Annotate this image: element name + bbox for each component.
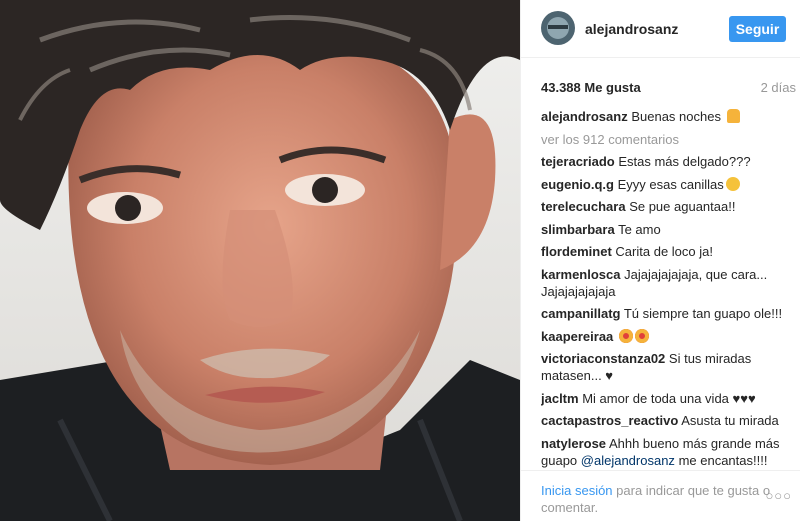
comment: slimbarbara Te amo [541, 221, 793, 238]
comment: campanillatg Tú siempre tan guapo ole!!! [541, 305, 793, 322]
comment: flordeminet Carita de loco ja! [541, 243, 793, 260]
avatar[interactable] [541, 11, 575, 45]
comment-username[interactable]: flordeminet [541, 244, 612, 259]
post-username[interactable]: alejandrosanz [585, 21, 678, 37]
comment-username[interactable]: eugenio.q.g [541, 177, 614, 192]
comment: eugenio.q.g Eyyy esas canillas [541, 176, 793, 193]
comment-username[interactable]: natylerose [541, 436, 606, 451]
comment-username[interactable]: victoriaconstanza02 [541, 351, 665, 366]
follow-button[interactable]: Seguir [729, 16, 786, 42]
avatar-image [541, 11, 575, 45]
caption-username[interactable]: alejandrosanz [541, 109, 628, 124]
comment-username[interactable]: tejeracriado [541, 154, 615, 169]
more-options-icon[interactable]: ○○○ [765, 488, 792, 503]
heart-eyes-emoji-icon [618, 328, 633, 343]
comment-text: Asusta tu mirada [681, 413, 779, 428]
comments-list: alejandrosanz Buenas noches ver los 912 … [541, 108, 793, 470]
portrait-image [0, 0, 520, 521]
comment-text: Eyyy esas canillas [617, 176, 724, 192]
praying-hands-emoji-icon [726, 109, 740, 123]
comment: kaapereiraa [541, 328, 793, 345]
grinning-face-emoji-icon [725, 176, 740, 191]
caption: alejandrosanz Buenas noches [541, 108, 793, 125]
comment-text: Carita de loco ja! [615, 244, 713, 259]
comment-mention-link[interactable]: @alejandrosanz [581, 453, 675, 468]
likes-count[interactable]: 43.388 Me gusta [541, 80, 641, 95]
caption-text: Buenas noches [631, 109, 721, 124]
comment: cactapastros_reactivo Asusta tu mirada [541, 412, 793, 429]
comment: karmenlosca Jajajajajajaja, que cara... … [541, 266, 793, 300]
post-stats: 43.388 Me gusta 2 días [541, 80, 796, 100]
comment-username[interactable]: cactapastros_reactivo [541, 413, 678, 428]
comment-username[interactable]: jacltm [541, 391, 579, 406]
comment-text: Mi amor de toda una vida ♥♥♥ [582, 390, 756, 406]
comment-username[interactable]: terelecuchara [541, 199, 626, 214]
comment-username[interactable]: kaapereiraa [541, 329, 613, 344]
comment-text: Te amo [618, 221, 661, 237]
login-link[interactable]: Inicia sesión [541, 483, 613, 498]
post-sidebar: alejandrosanz Seguir 43.388 Me gusta 2 d… [520, 0, 800, 521]
post-footer: Inicia sesión para indicar que te gusta … [521, 470, 800, 521]
instagram-post: alejandrosanz Seguir 43.388 Me gusta 2 d… [0, 0, 800, 521]
comment: natylerose Ahhh bueno más grande más gua… [541, 435, 793, 469]
comment-text-after: me encantas!!!! [678, 452, 768, 468]
login-prompt: Inicia sesión para indicar que te gusta … [541, 482, 771, 516]
comment: tejeracriado Estas más delgado??? [541, 153, 793, 170]
comment-text: Tú siempre tan guapo ole!!! [623, 306, 783, 321]
post-header: alejandrosanz Seguir [521, 0, 800, 58]
comment-text: Estas más delgado??? [618, 154, 751, 169]
comment-text: Se pue aguantaa!! [629, 199, 736, 214]
post-time[interactable]: 2 días [761, 80, 796, 95]
comment: victoriaconstanza02 Si tus miradas matas… [541, 350, 793, 384]
comment: jacltm Mi amor de toda una vida ♥♥♥ [541, 390, 793, 407]
comment-username[interactable]: karmenlosca [541, 267, 621, 282]
comment-username[interactable]: slimbarbara [541, 222, 615, 237]
view-comments-row: ver los 912 comentarios [541, 131, 793, 148]
comment: terelecuchara Se pue aguantaa!! [541, 198, 793, 215]
post-photo[interactable] [0, 0, 520, 521]
heart-eyes-emoji-icon [634, 328, 649, 343]
comment-username[interactable]: campanillatg [541, 306, 620, 321]
view-all-comments-link[interactable]: ver los 912 comentarios [541, 131, 793, 148]
